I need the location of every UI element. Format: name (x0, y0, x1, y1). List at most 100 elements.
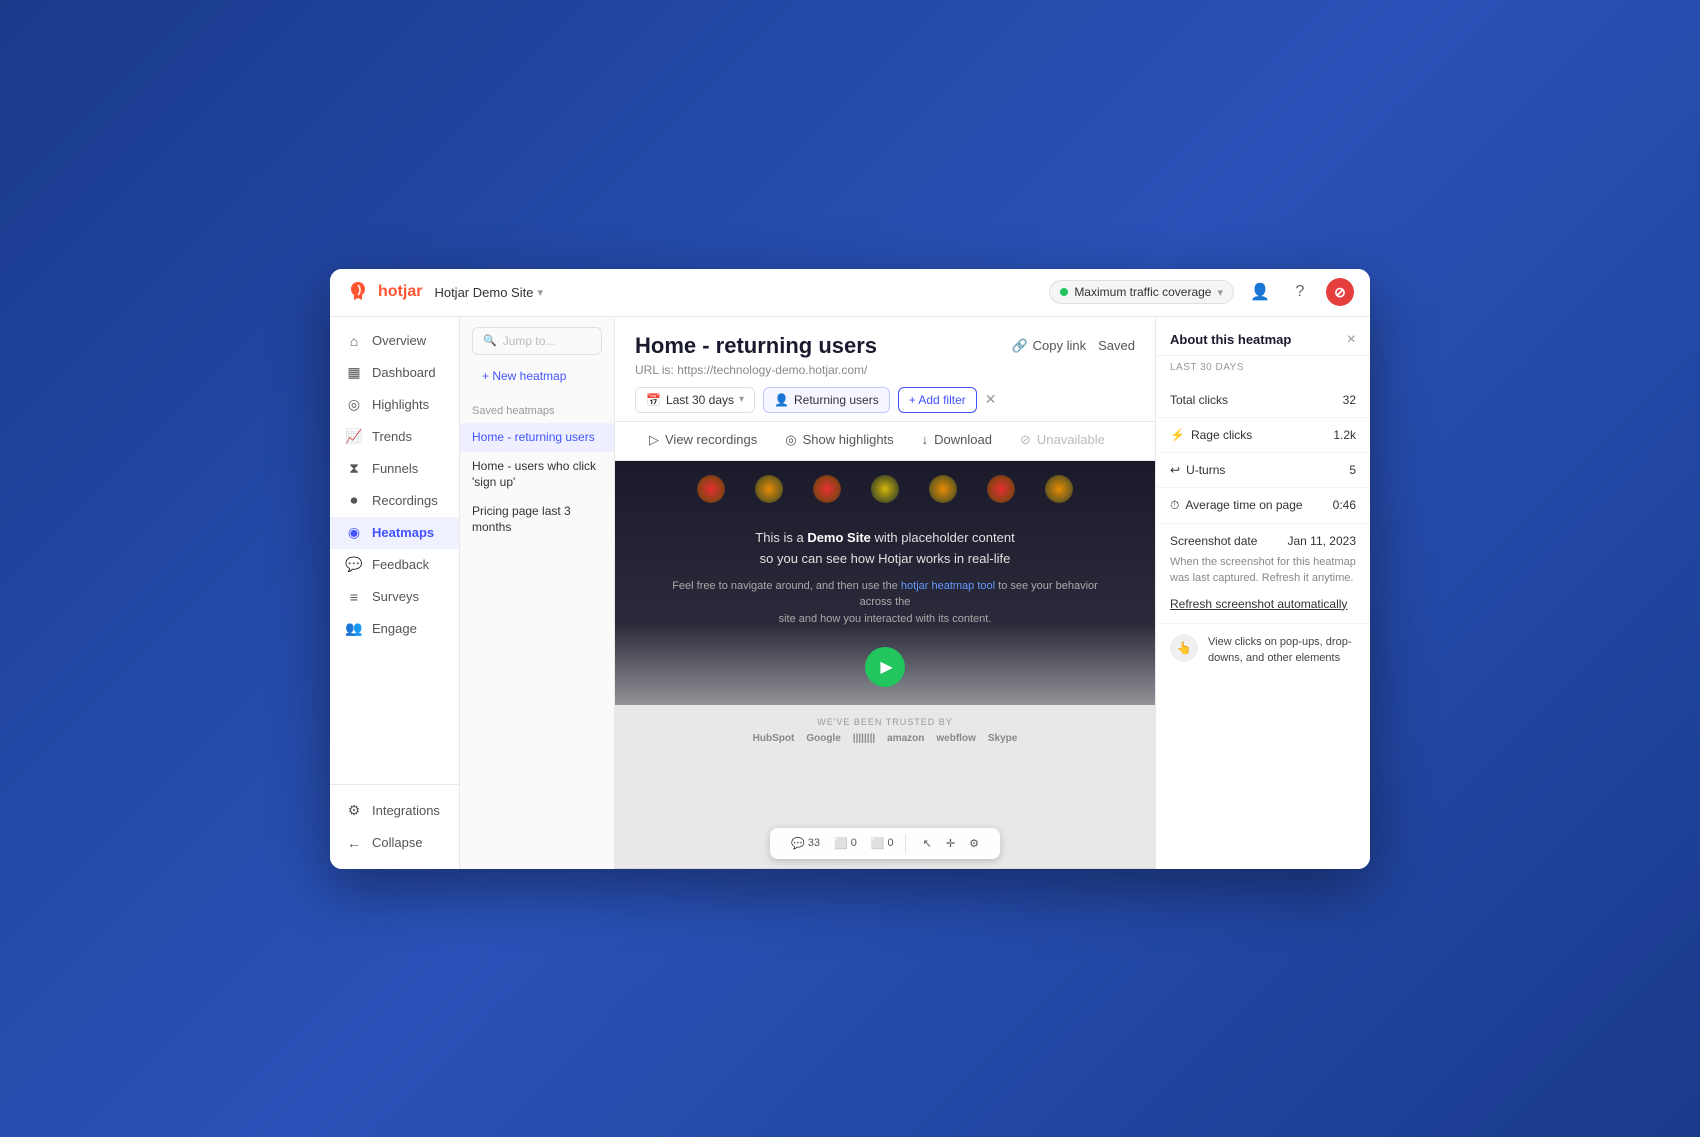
help-icon[interactable]: ? (1286, 278, 1314, 306)
tab-view-recordings[interactable]: ▷ View recordings (635, 422, 771, 460)
trusted-by-label: WE'VE BEEN TRUSTED BY (817, 717, 953, 727)
heat-spot-6 (987, 475, 1015, 503)
sidebar-item-funnels[interactable]: ⧗ Funnels (330, 453, 459, 485)
filters-row: 📅 Last 30 days ▾ 👤 Returning users + Add… (635, 387, 1135, 413)
heatmap-subtext: Feel free to navigate around, and then u… (615, 578, 1155, 628)
toolbar-box-2[interactable]: ⬜ 0 (866, 834, 899, 853)
top-bar: hotjar Hotjar Demo Site ▾ Maximum traffi… (330, 269, 1370, 317)
feedback-icon: 💬 (346, 557, 362, 573)
title-actions: 🔗 Copy link Saved (1011, 338, 1135, 354)
tab-download[interactable]: ↓ Download (908, 422, 1006, 459)
recordings-icon: ⏺ (346, 493, 362, 509)
collapse-icon: ← (346, 835, 362, 851)
heatmap-item-label-2: Pricing page last 3 months (472, 504, 571, 534)
sidebar-item-highlights[interactable]: ◎ Highlights (330, 389, 459, 421)
heat-spot-4 (871, 475, 899, 503)
sidebar-item-collapse[interactable]: ← Collapse (330, 827, 459, 859)
sidebar-item-engage[interactable]: 👥 Engage (330, 613, 459, 645)
link-icon: 🔗 (1011, 338, 1027, 354)
footer-text: View clicks on pop-ups, drop-downs, and … (1208, 634, 1356, 667)
calendar-icon: 📅 (646, 393, 661, 407)
toolbar-move[interactable]: ✛ (941, 834, 960, 853)
date-filter-chip[interactable]: 📅 Last 30 days ▾ (635, 387, 755, 413)
heatmap-item-label-0: Home - returning users (472, 430, 595, 444)
top-bar-right: Maximum traffic coverage ▾ 👤 ? ⊘ (1049, 278, 1354, 306)
new-heatmap-button[interactable]: + New heatmap (472, 363, 602, 389)
sidebar-item-integrations[interactable]: ⚙ Integrations (330, 795, 459, 827)
play-button[interactable]: ▶ (865, 647, 905, 687)
brand-skype: Skype (988, 733, 1017, 744)
heat-dots-overlay (615, 475, 1155, 503)
overview-icon: ⌂ (346, 333, 362, 349)
copy-link-label: Copy link (1033, 338, 1086, 353)
traffic-coverage-label: Maximum traffic coverage (1074, 285, 1211, 299)
sidebar-item-trends[interactable]: 📈 Trends (330, 421, 459, 453)
unavailable-icon: ⊘ (1020, 432, 1031, 448)
box1-icon: ⬜ (834, 837, 848, 850)
toolbar-box-1[interactable]: ⬜ 0 (829, 834, 862, 853)
total-clicks-label: Total clicks (1170, 393, 1228, 407)
play-triangle-icon: ▶ (880, 657, 892, 677)
heat-spot-2 (755, 475, 783, 503)
heatmap-url: URL is: https://technology-demo.hotjar.c… (635, 363, 1135, 377)
sessions-count: 33 (808, 837, 820, 849)
box2-count: 0 (888, 837, 894, 849)
refresh-screenshot-button[interactable]: Refresh screenshot automatically (1170, 597, 1347, 611)
tab-unavailable[interactable]: ⊘ Unavailable (1006, 422, 1119, 460)
trends-icon: 📈 (346, 429, 362, 445)
rage-clicks-icon: ⚡ (1170, 428, 1185, 442)
info-panel-close-button[interactable]: × (1347, 331, 1356, 349)
brand-google: Google (806, 733, 840, 744)
tab-download-label: Download (934, 432, 992, 447)
sidebar-item-dashboard[interactable]: ▦ Dashboard (330, 357, 459, 389)
demo-site-text: This is a Demo Site with placeholder con… (715, 528, 1054, 570)
toolbar-sessions[interactable]: 💬 33 (786, 834, 825, 853)
add-filter-label: + Add filter (909, 393, 966, 407)
toolbar-cursor[interactable]: ↖ (918, 834, 937, 853)
tab-show-highlights-label: Show highlights (803, 432, 894, 447)
filter-close-button[interactable]: ✕ (985, 391, 997, 408)
sidebar-item-recordings[interactable]: ⏺ Recordings (330, 485, 459, 517)
u-turns-label: ↩ U-turns (1170, 463, 1225, 477)
tab-view-recordings-label: View recordings (665, 432, 757, 447)
date-filter-chevron: ▾ (739, 394, 744, 405)
user-filter-chip[interactable]: 👤 Returning users (763, 387, 890, 413)
heatmap-dark-section: This is a Demo Site with placeholder con… (615, 461, 1155, 706)
add-filter-button[interactable]: + Add filter (898, 387, 977, 413)
jump-to-search[interactable]: 🔍 Jump to... (472, 327, 602, 355)
copy-link-button[interactable]: 🔗 Copy link (1011, 338, 1086, 354)
sidebar-item-heatmaps[interactable]: ◉ Heatmaps (330, 517, 459, 549)
sidebar-item-feedback[interactable]: 💬 Feedback (330, 549, 459, 581)
heatmap-sidebar: 🔍 Jump to... + New heatmap Saved heatmap… (460, 317, 615, 869)
download-icon: ↓ (922, 432, 929, 447)
sidebar-item-label-collapse: Collapse (372, 835, 423, 850)
sidebar-item-surveys[interactable]: ≡ Surveys (330, 581, 459, 613)
settings-tool-icon: ⚙ (969, 837, 979, 850)
toolbar-group-tools: ↖ ✛ ⚙ (912, 834, 990, 853)
total-clicks-value: 32 (1343, 393, 1356, 407)
heatmap-item-0[interactable]: Home - returning users (460, 423, 614, 453)
page-title: Home - returning users (635, 333, 877, 359)
rage-clicks-label: ⚡ Rage clicks (1170, 428, 1252, 442)
no-access-icon[interactable]: ⊘ (1326, 278, 1354, 306)
heatmap-item-1[interactable]: Home - users who click 'sign up' (460, 452, 614, 497)
screenshot-section: Screenshot date Jan 11, 2023 When the sc… (1156, 524, 1370, 624)
heatmap-item-2[interactable]: Pricing page last 3 months (460, 497, 614, 542)
traffic-coverage-badge[interactable]: Maximum traffic coverage ▾ (1049, 280, 1234, 304)
sidebar-item-label-feedback: Feedback (372, 557, 429, 572)
user-icon[interactable]: 👤 (1246, 278, 1274, 306)
site-selector-chevron: ▾ (537, 286, 543, 299)
tab-show-highlights[interactable]: ◎ Show highlights (771, 422, 907, 460)
avg-time-value: 0:46 (1333, 498, 1356, 512)
info-panel-header: About this heatmap × (1156, 317, 1370, 356)
sidebar-item-label-trends: Trends (372, 429, 412, 444)
brand-amazon: amazon (887, 733, 924, 744)
sidebar-item-label-heatmaps: Heatmaps (372, 525, 434, 540)
toolbar-settings-tool[interactable]: ⚙ (964, 834, 984, 853)
site-selector[interactable]: Hotjar Demo Site ▾ (434, 285, 543, 300)
new-heatmap-label: + New heatmap (482, 369, 566, 383)
date-filter-label: Last 30 days (666, 393, 734, 407)
sidebar-item-overview[interactable]: ⌂ Overview (330, 325, 459, 357)
sidebar-item-label-integrations: Integrations (372, 803, 440, 818)
footer-icon: 👆 (1170, 634, 1198, 662)
